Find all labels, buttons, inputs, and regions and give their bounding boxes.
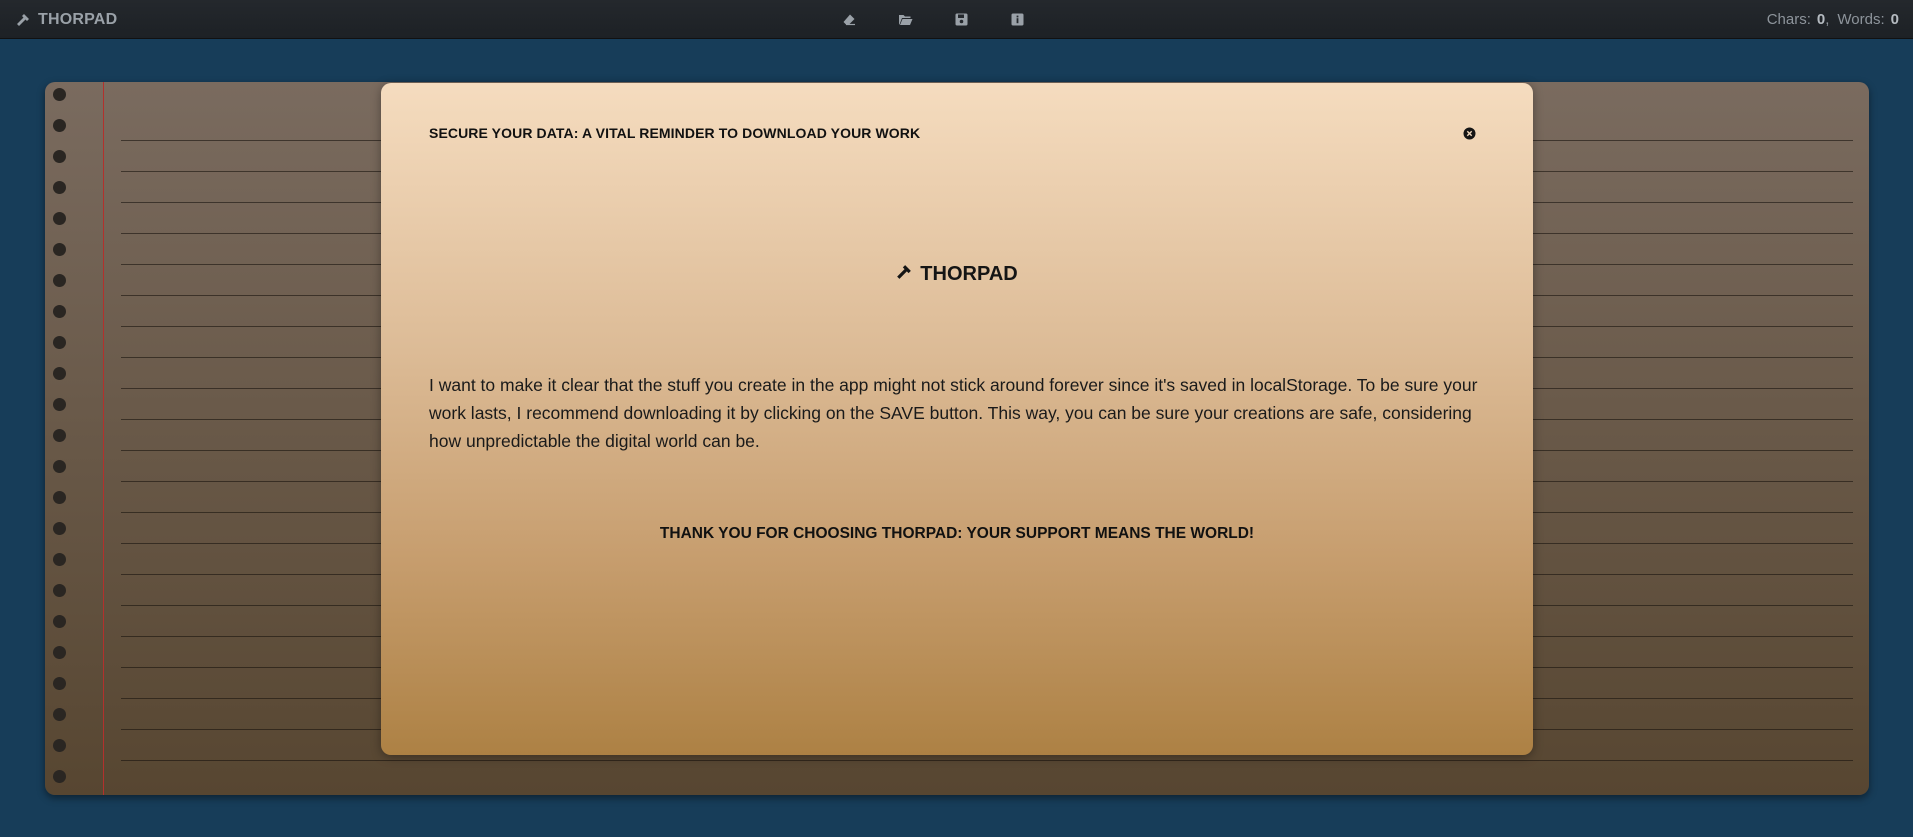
binder-hole: [53, 739, 66, 752]
binder-hole: [53, 460, 66, 473]
binder-hole: [53, 336, 66, 349]
top-bar: THORPAD Chars: 0, Words: 0: [0, 0, 1913, 39]
modal-title: SECURE YOUR DATA: A VITAL REMINDER TO DO…: [429, 125, 921, 141]
ruled-line: [121, 760, 1853, 761]
modal-brand: THORPAD: [381, 263, 1533, 286]
close-icon[interactable]: [1461, 125, 1477, 141]
modal-brand-name: THORPAD: [920, 263, 1018, 285]
chars-count: 0: [1816, 11, 1826, 28]
app-brand[interactable]: THORPAD: [16, 0, 117, 39]
toolbar: [840, 0, 1026, 39]
binder-hole: [53, 243, 66, 256]
chars-label: Chars:: [1766, 11, 1811, 28]
binder-hole: [53, 770, 66, 783]
binder-hole: [53, 305, 66, 318]
binder-holes: [53, 88, 67, 795]
eraser-icon[interactable]: [840, 11, 858, 29]
hammer-icon: [896, 264, 912, 285]
binder-hole: [53, 491, 66, 504]
modal-message: I want to make it clear that the stuff y…: [429, 375, 1478, 451]
binder-hole: [53, 181, 66, 194]
modal-thanks: THANK YOU FOR CHOOSING THORPAD: YOUR SUP…: [659, 525, 1255, 542]
margin-line: [103, 82, 104, 795]
save-icon[interactable]: [952, 11, 970, 29]
binder-hole: [53, 708, 66, 721]
hammer-icon: [16, 13, 30, 27]
binder-hole: [53, 646, 66, 659]
words-label: Words:: [1837, 11, 1885, 28]
binder-hole: [53, 212, 66, 225]
info-icon[interactable]: [1008, 11, 1026, 29]
binder-hole: [53, 522, 66, 535]
binder-hole: [53, 398, 66, 411]
app-title: THORPAD: [38, 10, 118, 28]
binder-hole: [53, 119, 66, 132]
folder-open-icon[interactable]: [896, 11, 914, 29]
document-stats: Chars: 0, Words: 0: [1766, 11, 1899, 28]
save-reminder-modal: SECURE YOUR DATA: A VITAL REMINDER TO DO…: [381, 83, 1533, 755]
binder-hole: [53, 615, 66, 628]
binder-hole: [53, 553, 66, 566]
binder-hole: [53, 584, 66, 597]
binder-hole: [53, 150, 66, 163]
binder-hole: [53, 429, 66, 442]
binder-hole: [53, 677, 66, 690]
words-count: 0: [1890, 11, 1899, 28]
binder-hole: [53, 274, 66, 287]
binder-hole: [53, 88, 66, 101]
binder-hole: [53, 367, 66, 380]
